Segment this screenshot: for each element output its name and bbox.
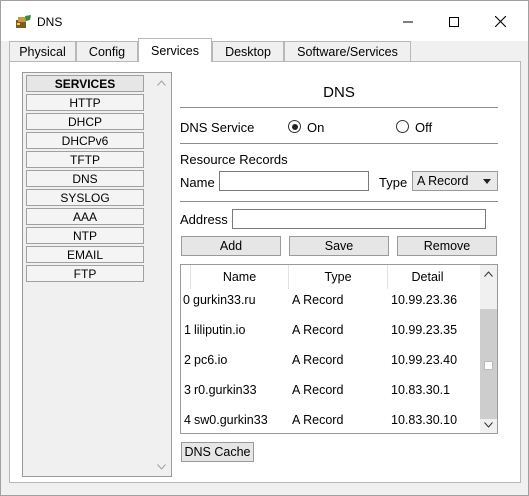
row-type: A Record — [292, 293, 344, 307]
heading-divider — [180, 107, 498, 108]
scroll-up-icon[interactable] — [480, 265, 497, 282]
table-header-type[interactable]: Type — [289, 265, 388, 289]
tab-software-services[interactable]: Software/Services — [284, 41, 411, 61]
services-scrollbar[interactable] — [153, 74, 170, 475]
records-table: Name Type Detail 0 gurkin33.ru A Record … — [180, 264, 498, 434]
dns-service-label: DNS Service — [180, 120, 255, 135]
type-label: Type — [379, 175, 408, 190]
row-name: gurkin33.ru — [193, 293, 256, 307]
service-item-aaa[interactable]: AAA — [26, 208, 144, 225]
service-item-dhcp[interactable]: DHCP — [26, 113, 144, 130]
table-header-name[interactable]: Name — [191, 265, 289, 289]
tab-desktop[interactable]: Desktop — [212, 41, 284, 61]
scroll-down-icon[interactable] — [153, 458, 170, 475]
dns-off-radio[interactable] — [396, 120, 409, 133]
table-header-detail[interactable]: Detail — [388, 265, 467, 289]
remove-button[interactable]: Remove — [397, 236, 497, 256]
type-select-value: A Record — [417, 174, 469, 188]
tab-physical[interactable]: Physical — [9, 41, 76, 61]
services-panel: SERVICES HTTP DHCP DHCPv6 TFTP DNS SYSLO… — [9, 61, 521, 483]
packet-tracer-icon — [15, 14, 33, 30]
maximize-button[interactable] — [431, 9, 477, 37]
scroll-down-icon[interactable] — [480, 416, 497, 433]
row-index: 3 — [184, 383, 191, 397]
row-detail: 10.99.23.36 — [391, 293, 458, 307]
row-detail: 10.83.30.10 — [391, 413, 458, 427]
name-label: Name — [180, 175, 215, 190]
close-button[interactable] — [477, 9, 523, 37]
resource-records-label: Resource Records — [180, 152, 288, 167]
dns-heading: DNS — [323, 84, 355, 101]
maximize-icon — [449, 16, 459, 30]
row-type: A Record — [292, 413, 344, 427]
scroll-up-icon[interactable] — [153, 74, 170, 91]
records-divider — [180, 201, 498, 202]
row-name: pc6.io — [194, 353, 228, 367]
service-divider — [180, 143, 498, 144]
thumb-grip — [484, 361, 493, 370]
window-title: DNS — [37, 15, 63, 29]
close-icon — [494, 15, 506, 30]
chevron-down-icon — [483, 179, 491, 184]
row-type: A Record — [292, 353, 344, 367]
minimize-button[interactable] — [385, 9, 431, 37]
table-header-index — [181, 265, 191, 289]
service-item-email[interactable]: EMAIL — [26, 246, 144, 263]
row-detail: 10.83.30.1 — [391, 383, 451, 397]
dns-cache-button[interactable]: DNS Cache — [181, 442, 254, 462]
row-name: sw0.gurkin33 — [194, 413, 268, 427]
row-index: 2 — [184, 353, 191, 367]
save-button[interactable]: Save — [289, 236, 389, 256]
row-type: A Record — [292, 323, 344, 337]
row-detail: 10.99.23.40 — [391, 353, 458, 367]
tab-services[interactable]: Services — [138, 38, 212, 62]
dns-on-label: On — [307, 120, 325, 135]
service-item-tftp[interactable]: TFTP — [26, 151, 144, 168]
service-item-dns[interactable]: DNS — [26, 170, 144, 187]
title-bar: DNS — [1, 1, 528, 41]
scrollbar-thumb[interactable] — [480, 309, 497, 419]
row-type: A Record — [292, 383, 344, 397]
service-item-ntp[interactable]: NTP — [26, 227, 144, 244]
row-name: liliputin.io — [194, 323, 246, 337]
service-item-dhcpv6[interactable]: DHCPv6 — [26, 132, 144, 149]
services-header: SERVICES — [26, 75, 144, 92]
address-label: Address — [180, 212, 228, 227]
minimize-icon — [403, 16, 413, 30]
row-index: 0 — [183, 293, 190, 307]
dns-window: DNS Physical Config Services Desktop Sof… — [0, 0, 529, 496]
tab-strip: Physical Config Services Desktop Softwar… — [1, 38, 528, 62]
service-item-syslog[interactable]: SYSLOG — [26, 189, 144, 206]
service-item-http[interactable]: HTTP — [26, 94, 144, 111]
name-input[interactable] — [219, 171, 369, 191]
service-item-ftp[interactable]: FTP — [26, 265, 144, 282]
records-scrollbar[interactable] — [480, 265, 497, 433]
address-input[interactable] — [232, 209, 486, 229]
row-detail: 10.99.23.35 — [391, 323, 458, 337]
row-index: 1 — [184, 323, 191, 337]
tab-config[interactable]: Config — [76, 41, 138, 61]
services-list: SERVICES HTTP DHCP DHCPv6 TFTP DNS SYSLO… — [22, 72, 172, 477]
row-name: r0.gurkin33 — [194, 383, 257, 397]
row-index: 4 — [184, 413, 191, 427]
dns-on-radio[interactable] — [288, 120, 301, 133]
type-select[interactable]: A Record — [412, 171, 498, 191]
dns-off-label: Off — [415, 120, 433, 135]
add-button[interactable]: Add — [181, 236, 281, 256]
